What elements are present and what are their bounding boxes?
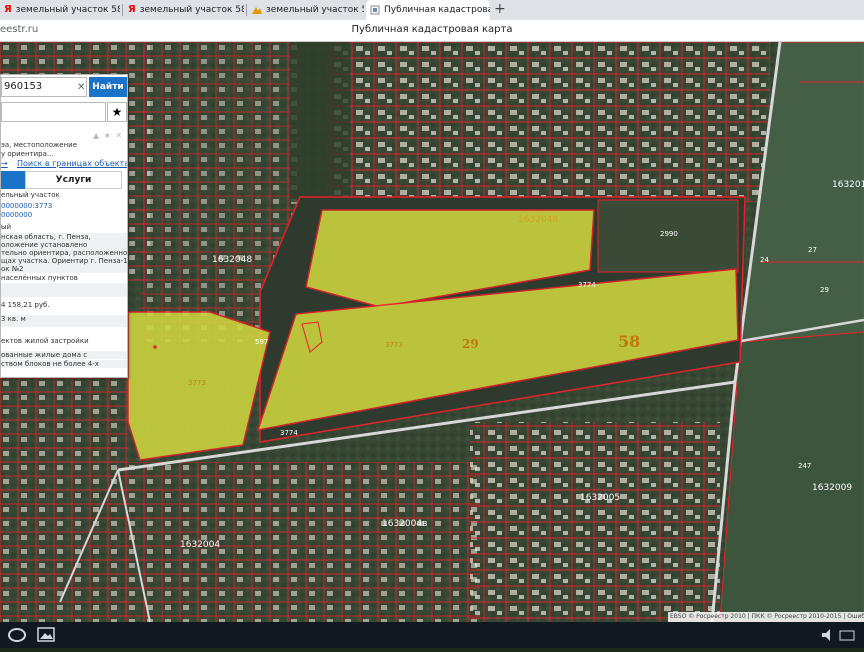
block-label: 1632005	[580, 493, 620, 503]
yandex-icon: Я	[4, 4, 12, 15]
block-label: 1632004	[180, 540, 220, 550]
block-label: 1632009	[812, 483, 852, 493]
field-empty	[1, 283, 127, 297]
card-description: у ориентира...	[1, 150, 54, 158]
taskbar-icons	[8, 627, 855, 642]
parcel-label: 27	[808, 246, 817, 254]
clear-icon[interactable]: ✕	[77, 82, 85, 93]
number-label: 29	[462, 337, 479, 351]
browser-tab-3[interactable]: земельный участок 58:29:	[248, 0, 364, 20]
card-actions[interactable]: ▲ ★ ✕	[93, 131, 123, 140]
browser-tab-bar: Я земельный участок 58:29: Я земельный у…	[0, 0, 864, 20]
field-value: 4 158,21 руб.	[1, 301, 50, 309]
keyboard-icon	[839, 630, 855, 641]
star-icon[interactable]: ★	[107, 102, 127, 122]
field-value: ством блоков не более 4-х	[1, 360, 127, 368]
cadastral-map[interactable]: 1632048 1632048 1632004 1632004в 1632005…	[0, 42, 864, 622]
field-value: щах участка. Ориентир г. Пенза-15	[1, 257, 127, 265]
field-value: тельно ориентира, расположенного	[1, 249, 127, 257]
rosreestr-icon	[370, 5, 380, 15]
field-value: ектов жилой застройки	[1, 337, 89, 345]
arrow-link[interactable]: →	[1, 159, 8, 168]
field-value: населённых пунктов	[1, 274, 78, 282]
parcel-label: 247	[798, 462, 811, 470]
block-label: 1632048	[518, 215, 558, 225]
tab-services[interactable]: Услуги	[25, 171, 122, 189]
field-value: ованные жилые дома с	[1, 351, 127, 359]
parcel-label: 597	[255, 338, 268, 346]
map-canvas[interactable]: 1632048 1632048 1632004 1632004в 1632005…	[0, 42, 864, 622]
block-label: 1632004в	[382, 519, 427, 529]
browser-tab-2[interactable]: Я земельный участок 58:29:	[124, 0, 244, 20]
tab-label: земельный участок 58:29:	[139, 5, 244, 15]
parcel-label: 29	[820, 286, 829, 294]
browser-taskbar-icon	[8, 628, 26, 642]
parcel-label: 3773	[385, 341, 403, 349]
tab-label: Публичная кадастровая	[384, 5, 490, 15]
parcel-label: 2990	[660, 230, 678, 238]
field-value: оложение установлено	[1, 241, 127, 249]
search-in-bounds-link[interactable]: Поиск в границах объекта →	[17, 159, 127, 168]
tab-label: земельный участок 58:29:	[15, 5, 120, 15]
browser-tab-4-active[interactable]: Публичная кадастровая ✕	[366, 0, 490, 20]
field-value: ок №2	[1, 265, 127, 273]
parcel-label: 3774	[280, 429, 298, 437]
field-value[interactable]: 0000000	[1, 211, 127, 219]
big-number-label: 58	[618, 332, 640, 351]
yandex-icon: Я	[128, 4, 136, 15]
tab-info[interactable]	[1, 171, 25, 189]
new-tab-button[interactable]: +	[494, 1, 506, 17]
map-copyright: EBSO © Росреестр 2010 | ПКК © Росреестр …	[668, 612, 864, 622]
layer-select[interactable]	[1, 102, 106, 122]
field-value: ый	[1, 223, 12, 231]
volume-icon	[822, 629, 830, 641]
map-icon	[252, 5, 262, 15]
find-button[interactable]: Найти	[89, 77, 127, 97]
address-bar: eestr.ru Публичная кадастровая карта	[0, 20, 864, 42]
field-value: ельный участок	[1, 191, 60, 199]
card-description: эа, местоположение	[1, 141, 78, 149]
block-label: 1632048	[212, 255, 252, 265]
tab-label: земельный участок 58:29:	[266, 5, 364, 15]
parcel-label: 24	[760, 256, 769, 264]
parcel-label: 3773	[188, 379, 206, 387]
field-value: 3 кв. м	[1, 315, 127, 327]
info-panel: 960153 ✕ Найти ★ ▲ ★ ✕ эа, местоположени…	[0, 74, 128, 378]
field-value: нская область, г. Пенза,	[1, 233, 127, 241]
field-value[interactable]: 0000000:3773	[1, 202, 127, 210]
page-title: Публичная кадастровая карта	[351, 24, 513, 35]
parcel-label: 3774	[578, 281, 596, 289]
search-input[interactable]: 960153	[1, 77, 87, 97]
block-label: 1632010	[832, 180, 864, 190]
taskbar	[0, 622, 864, 648]
browser-tab-1[interactable]: Я земельный участок 58:29:	[0, 0, 120, 20]
